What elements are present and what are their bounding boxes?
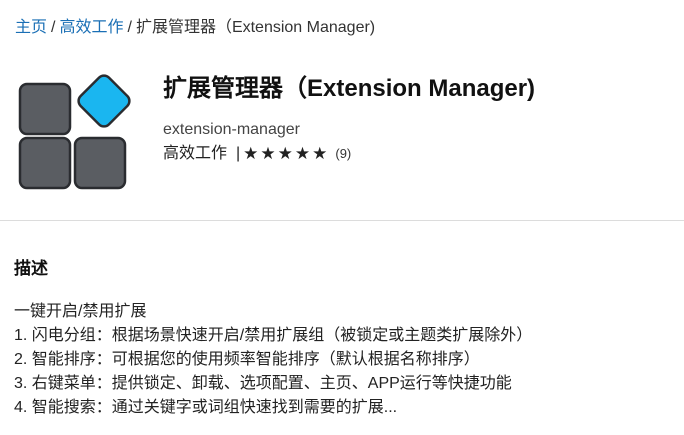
breadcrumb-home-link[interactable]: 主页 xyxy=(15,19,47,36)
breadcrumb-separator: / xyxy=(127,19,132,36)
description-line: 1. 闪电分组：根据场景快速开启/禁用扩展组（被锁定或主题类扩展除外） xyxy=(14,327,533,344)
star-rating: ★★★★★ xyxy=(243,144,330,163)
grid-tile-top-left xyxy=(18,82,72,136)
meta-separator: | xyxy=(236,145,241,162)
description-line: 2. 智能排序：可根据您的使用频率智能排序（默认根据名称排序） xyxy=(14,351,480,368)
rating-count: (9) xyxy=(335,146,352,161)
breadcrumb-category-link[interactable]: 高效工作 xyxy=(59,19,123,36)
description-line: 3. 右键菜单：提供锁定、卸载、选项配置、主页、APP运行等快捷功能 xyxy=(14,375,512,392)
app-title: 扩展管理器（Extension Manager) xyxy=(163,75,536,102)
description-line: 4. 智能搜索：通过关键字或词组快速找到需要的扩展... xyxy=(14,399,398,416)
grid-tile-bottom-left xyxy=(18,136,72,190)
description-heading: 描述 xyxy=(14,259,48,278)
app-meta: 高效工作 | ★★★★★ (9) xyxy=(163,143,351,165)
extension-grid-icon xyxy=(16,74,136,194)
section-divider xyxy=(0,220,684,221)
breadcrumb: 主页 / 高效工作 / 扩展管理器（Extension Manager) xyxy=(15,18,375,38)
grid-tile-bottom-right xyxy=(73,136,127,190)
description-line: 一键开启/禁用扩展 xyxy=(14,303,147,320)
grid-tile-accent-diamond xyxy=(77,74,131,128)
app-category[interactable]: 高效工作 xyxy=(163,143,227,165)
description-body: 一键开启/禁用扩展 1. 闪电分组：根据场景快速开启/禁用扩展组（被锁定或主题类… xyxy=(14,300,532,420)
app-id: extension-manager xyxy=(163,121,300,138)
breadcrumb-current: 扩展管理器（Extension Manager) xyxy=(135,19,376,36)
breadcrumb-separator: / xyxy=(51,19,56,36)
